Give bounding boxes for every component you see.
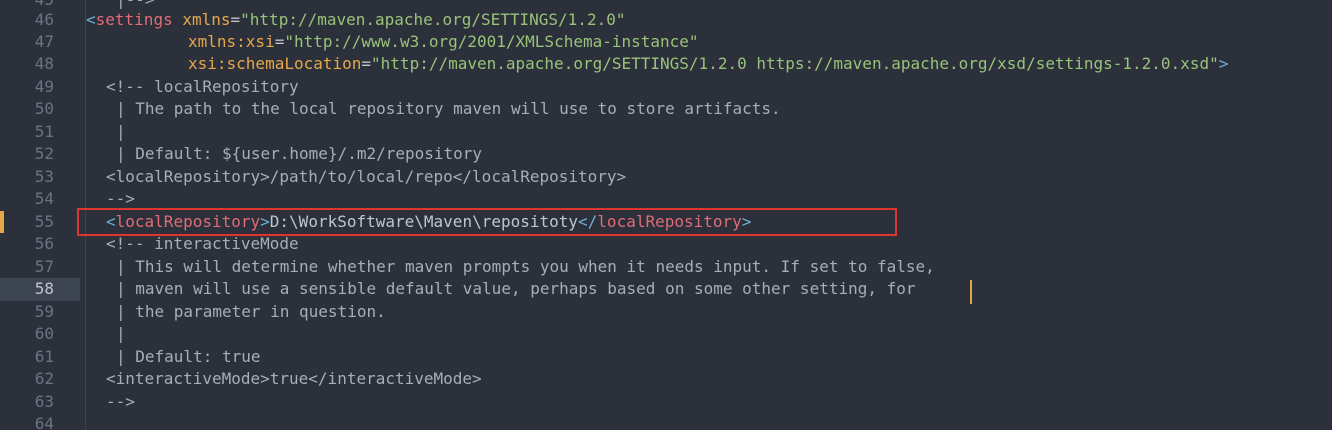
code-line: | This will determine whether maven prom… (116, 257, 935, 276)
code-line-active: | maven will use a sensible default valu… (116, 279, 916, 298)
modified-line-marker (0, 211, 4, 233)
line-number: 60 (34, 324, 54, 343)
code-line: xsi:schemaLocation="http://maven.apache.… (188, 53, 1228, 76)
line-number: 55 (34, 212, 54, 231)
line-number: 50 (34, 99, 54, 118)
line-number: 49 (34, 77, 54, 96)
code-area[interactable]: |--> <settings xmlns="http://maven.apach… (80, 0, 1332, 430)
code-line: --> (106, 189, 135, 208)
xml-string: "http://maven.apache.org/SETTINGS/1.2.0" (240, 10, 626, 29)
text-cursor (970, 280, 972, 304)
line-number: 57 (34, 257, 54, 276)
xml-equals: = (274, 32, 285, 51)
code-line: <localRepository>/path/to/local/repo</lo… (106, 167, 627, 186)
xml-attribute: xmlns (182, 10, 231, 29)
xml-bracket: < (86, 10, 96, 29)
xml-equals: = (230, 10, 241, 29)
xml-tag: settings (95, 10, 173, 29)
code-line: | Default: ${user.home}/.m2/repository (116, 144, 483, 163)
line-number: 46 (34, 10, 54, 29)
line-number: 59 (34, 302, 54, 321)
xml-string: "http://www.w3.org/2001/XMLSchema-instan… (284, 32, 699, 51)
xml-attribute: xmlns:xsi (188, 32, 275, 51)
xml-bracket: < (106, 212, 116, 231)
xml-bracket: > (741, 212, 752, 231)
xml-bracket: > (260, 212, 270, 231)
xml-tag: localRepository (597, 212, 742, 231)
line-number-active: 58 (0, 278, 80, 301)
line-number: 62 (34, 369, 54, 388)
code-line: | (116, 122, 126, 141)
code-line: <!-- interactiveMode (106, 234, 299, 253)
code-line: <interactiveMode>true</interactiveMode> (106, 369, 482, 388)
line-number: 51 (34, 122, 54, 141)
xml-tag: localRepository (115, 212, 261, 231)
vertical-scrollbar[interactable] (1324, 0, 1332, 430)
line-number: 53 (34, 167, 54, 186)
xml-string: "http://maven.apache.org/SETTINGS/1.2.0 … (371, 54, 1219, 73)
line-number-gutter: 45 46 47 48 49 50 51 52 53 54 55 56 57 5… (0, 0, 80, 430)
xml-bracket: > (1218, 54, 1229, 73)
code-editor[interactable]: 45 46 47 48 49 50 51 52 53 54 55 56 57 5… (0, 0, 1332, 430)
line-number: 56 (34, 234, 54, 253)
code-line: | The path to the local repository maven… (116, 99, 781, 118)
line-number: 63 (34, 392, 54, 411)
xml-text: D:\WorkSoftware\Maven\repositoty (269, 212, 579, 231)
line-number: 47 (34, 32, 54, 51)
code-line-local-repository: <localRepository>D:\WorkSoftware\Maven\r… (106, 211, 751, 234)
code-line: | Default: true (116, 347, 261, 366)
code-line: | the parameter in question. (116, 302, 386, 321)
line-number: 48 (34, 54, 54, 73)
xml-bracket: </ (578, 212, 598, 231)
line-number: 52 (34, 144, 54, 163)
code-line: <!-- localRepository (106, 77, 299, 96)
code-line: xmlns:xsi="http://www.w3.org/2001/XMLSch… (188, 31, 699, 54)
line-number: 61 (34, 347, 54, 366)
xml-equals: = (361, 54, 372, 73)
line-number: 64 (34, 414, 54, 430)
code-line: | (116, 324, 126, 343)
line-number: 54 (34, 189, 54, 208)
code-line: <settings xmlns="http://maven.apache.org… (86, 9, 625, 32)
xml-attribute: xsi:schemaLocation (188, 54, 362, 73)
code-line: --> (106, 392, 135, 411)
